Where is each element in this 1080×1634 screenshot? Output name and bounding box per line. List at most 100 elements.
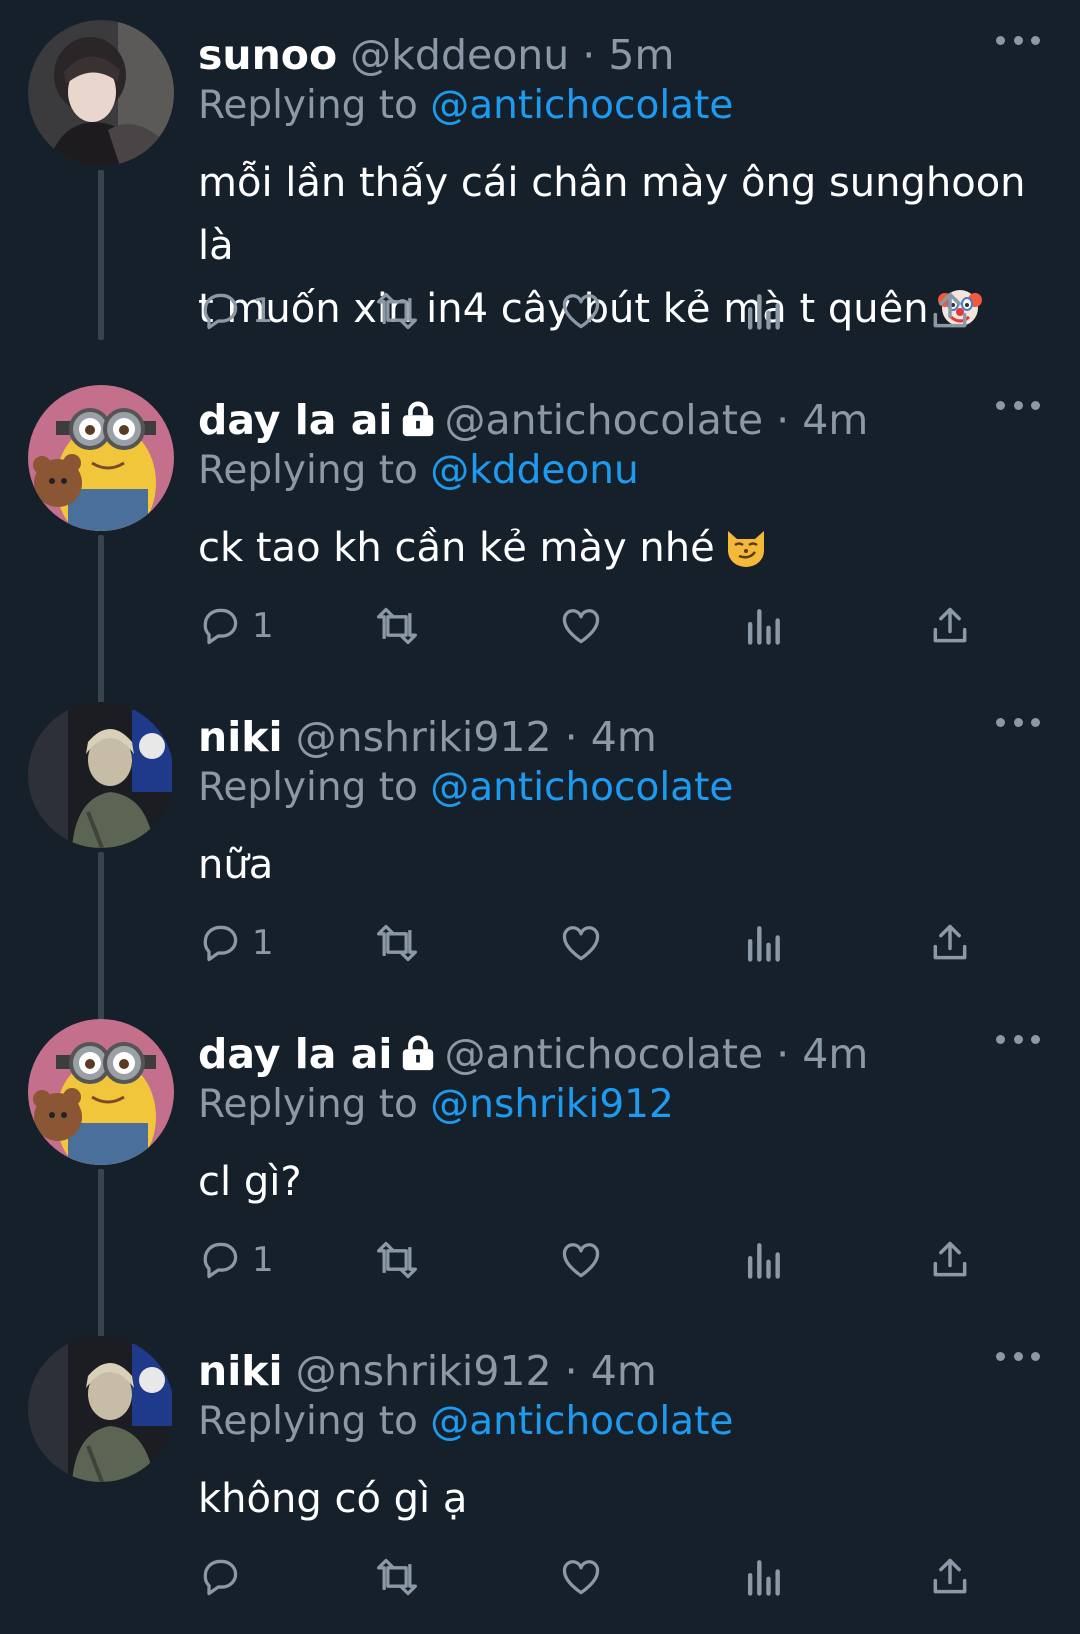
- replying-to-handle[interactable]: @kddeonu: [430, 448, 638, 493]
- avatar[interactable]: [28, 385, 174, 531]
- like-button[interactable]: [558, 1552, 604, 1602]
- action-bar: 1: [198, 286, 1018, 336]
- timestamp[interactable]: 4m: [802, 396, 868, 444]
- more-horizontal-icon: [996, 35, 1005, 45]
- replying-prefix: Replying to: [198, 765, 418, 810]
- heart-icon: [562, 1560, 600, 1595]
- reply-button[interactable]: 1: [198, 601, 274, 651]
- reply-thread: sunoo @kddeonu · 5m Replying to @anticho…: [0, 0, 1080, 1633]
- action-bar: 1: [198, 1235, 1018, 1285]
- user-handle[interactable]: @nshriki912: [296, 1347, 552, 1395]
- share-icon: [933, 292, 967, 328]
- tweet[interactable]: day la ai @antichocolate · 4m Replying to…: [0, 365, 1080, 705]
- retweet-icon: [377, 1241, 417, 1279]
- tweet-text-line: nữa: [198, 842, 274, 888]
- like-button[interactable]: [558, 601, 604, 651]
- tweet[interactable]: day la ai @antichocolate · 4m Replying to…: [0, 999, 1080, 1339]
- timestamp[interactable]: 4m: [591, 713, 657, 761]
- retweet-button[interactable]: [373, 286, 421, 336]
- more-horizontal-icon: [996, 1034, 1005, 1044]
- avatar[interactable]: [28, 1336, 174, 1482]
- views-button[interactable]: [743, 601, 783, 651]
- thread-line: [98, 1169, 104, 1339]
- user-handle[interactable]: @kddeonu: [350, 31, 569, 79]
- separator: ·: [582, 31, 596, 79]
- retweet-button[interactable]: [373, 918, 421, 968]
- tweet[interactable]: sunoo @kddeonu · 5m Replying to @anticho…: [0, 0, 1080, 340]
- timestamp[interactable]: 4m: [591, 1347, 657, 1395]
- heart-icon: [562, 294, 600, 329]
- user-handle[interactable]: @antichocolate: [444, 396, 763, 444]
- like-button[interactable]: [558, 1235, 604, 1285]
- replying-to-handle[interactable]: @antichocolate: [430, 83, 733, 128]
- replying-to: Replying to @kddeonu: [198, 445, 639, 497]
- reply-icon: [203, 608, 238, 645]
- views-button[interactable]: [743, 1552, 783, 1602]
- replying-to: Replying to @antichocolate: [198, 80, 733, 132]
- views-button[interactable]: [743, 286, 783, 336]
- replying-to-handle[interactable]: @antichocolate: [430, 1399, 733, 1444]
- reply-button[interactable]: 1: [198, 286, 274, 336]
- reply-count: 1: [252, 291, 274, 331]
- share-icon: [933, 924, 967, 960]
- more-options-button[interactable]: [996, 712, 1040, 732]
- share-button[interactable]: [928, 601, 972, 651]
- replying-to-handle[interactable]: @antichocolate: [430, 765, 733, 810]
- reply-button[interactable]: 1: [198, 1235, 274, 1285]
- timestamp[interactable]: 5m: [608, 31, 674, 79]
- reply-count: 1: [252, 1240, 274, 1280]
- more-horizontal-icon: [996, 1351, 1005, 1361]
- smirking-cat-emoji: [723, 523, 769, 588]
- replying-to-handle[interactable]: @nshriki912: [430, 1082, 673, 1127]
- lock-icon: [398, 1031, 438, 1085]
- views-icon: [747, 1560, 780, 1596]
- timestamp[interactable]: 4m: [802, 1030, 868, 1078]
- retweet-button[interactable]: [373, 1552, 421, 1602]
- display-name[interactable]: day la ai: [198, 396, 392, 444]
- views-button[interactable]: [743, 918, 783, 968]
- display-name[interactable]: niki: [198, 713, 283, 761]
- avatar[interactable]: [28, 20, 174, 166]
- display-name[interactable]: niki: [198, 1347, 283, 1395]
- retweet-button[interactable]: [373, 601, 421, 651]
- tweet-header: niki @nshriki912 · 4m: [198, 710, 657, 764]
- replying-to: Replying to @nshriki912: [198, 1079, 674, 1131]
- separator: ·: [564, 1347, 578, 1395]
- share-button[interactable]: [928, 918, 972, 968]
- more-horizontal-icon: [996, 717, 1005, 727]
- avatar[interactable]: [28, 1019, 174, 1165]
- share-button[interactable]: [928, 1235, 972, 1285]
- reply-button[interactable]: 1: [198, 918, 274, 968]
- more-options-button[interactable]: [996, 395, 1040, 415]
- share-button[interactable]: [928, 286, 972, 336]
- action-bar: 1: [198, 918, 1018, 968]
- display-name[interactable]: sunoo: [198, 31, 337, 79]
- retweet-button[interactable]: [373, 1235, 421, 1285]
- tweet-text: ck tao kh cần kẻ mày nhé: [198, 517, 1038, 588]
- tweet-header: day la ai @antichocolate · 4m: [198, 1027, 868, 1081]
- display-name[interactable]: day la ai: [198, 1030, 392, 1078]
- tweet-header: niki @nshriki912 · 4m: [198, 1344, 657, 1398]
- like-button[interactable]: [558, 286, 604, 336]
- heart-icon: [562, 609, 600, 644]
- reply-button[interactable]: [198, 1552, 242, 1602]
- lock-icon: [398, 397, 438, 451]
- avatar[interactable]: [28, 702, 174, 848]
- like-button[interactable]: [558, 918, 604, 968]
- tweet-text: nữa: [198, 834, 1038, 897]
- action-bar: [198, 1552, 1018, 1602]
- user-handle[interactable]: @nshriki912: [296, 713, 552, 761]
- reply-icon: [203, 1242, 238, 1279]
- more-options-button[interactable]: [996, 1346, 1040, 1366]
- share-icon: [933, 607, 967, 643]
- views-button[interactable]: [743, 1235, 783, 1285]
- thread-line: [98, 535, 104, 705]
- tweet[interactable]: niki @nshriki912 · 4m Replying to @antic…: [0, 682, 1080, 1022]
- more-options-button[interactable]: [996, 1029, 1040, 1049]
- more-options-button[interactable]: [996, 30, 1040, 50]
- user-handle[interactable]: @antichocolate: [444, 1030, 763, 1078]
- reply-count: 1: [252, 606, 274, 646]
- share-button[interactable]: [928, 1552, 972, 1602]
- tweet[interactable]: niki @nshriki912 · 4m Replying to @antic…: [0, 1316, 1080, 1634]
- retweet-icon: [377, 924, 417, 962]
